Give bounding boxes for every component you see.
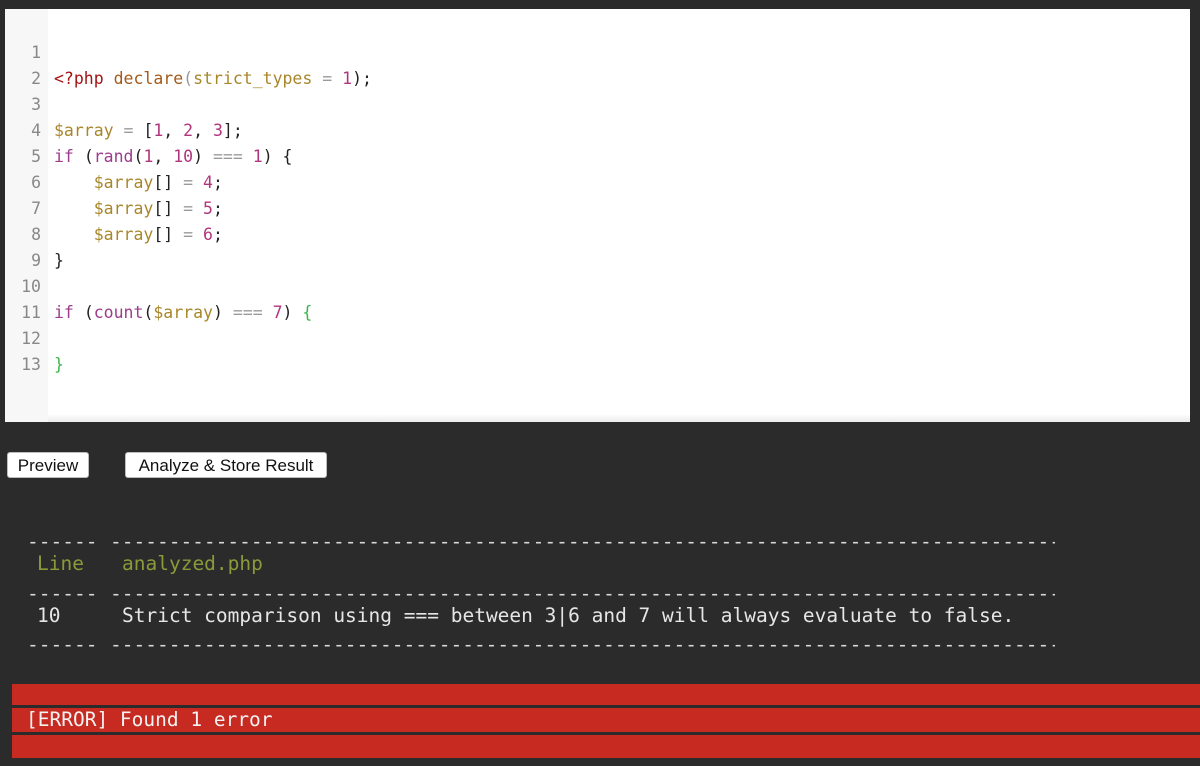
line-number: 13 — [21, 355, 41, 374]
table-divider: ----------------------------------------… — [110, 633, 1055, 653]
analysis-report: ------ ---------------------------------… — [0, 0, 1200, 653]
error-line-number: 10 — [37, 604, 61, 627]
column-header-file: analyzed.php — [122, 552, 263, 575]
analyze-store-button[interactable]: Analyze & Store Result — [125, 452, 327, 478]
error-summary-text: [ERROR] Found 1 error — [26, 708, 273, 731]
table-divider: ----------------------------------------… — [110, 530, 1055, 550]
table-divider: ----------------------------------------… — [110, 582, 1055, 602]
error-message: Strict comparison using === between 3|6 … — [122, 604, 1015, 627]
column-header-line: Line — [37, 552, 84, 575]
table-divider: ------ — [27, 530, 97, 550]
table-divider: ------ — [27, 633, 97, 653]
editor-bottom-shade — [48, 414, 1190, 422]
table-divider: ------ — [27, 582, 97, 602]
preview-button[interactable]: Preview — [7, 452, 89, 478]
code-text: } — [54, 355, 64, 374]
